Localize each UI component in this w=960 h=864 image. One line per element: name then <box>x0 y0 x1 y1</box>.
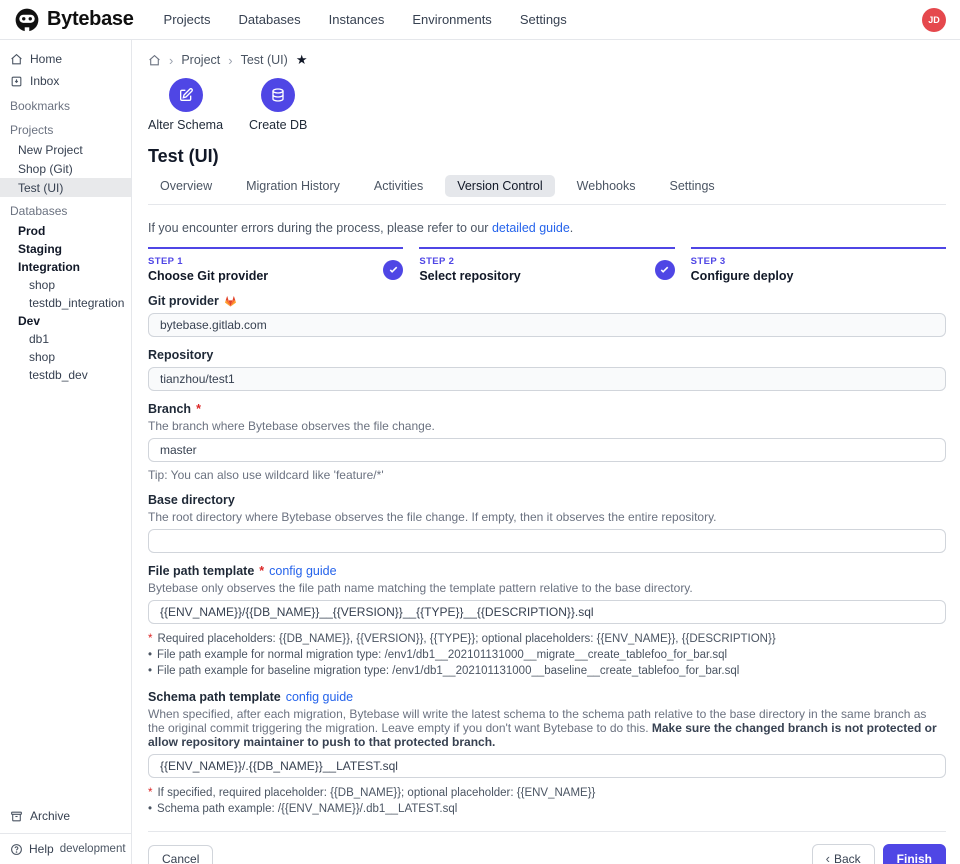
step-1-check-icon <box>383 260 403 280</box>
schema-path-notes: *If specified, required placeholder: {{D… <box>148 785 946 817</box>
tab-overview[interactable]: Overview <box>148 175 224 197</box>
step-3: STEP 3 Configure deploy <box>691 247 946 283</box>
file-path-template-input[interactable] <box>148 600 946 624</box>
base-directory-input[interactable] <box>148 529 946 553</box>
nav-environments[interactable]: Environments <box>412 12 491 27</box>
edit-icon <box>178 87 194 103</box>
field-branch: Branch* The branch where Bytebase observ… <box>148 402 946 482</box>
step-2: STEP 2 Select repository <box>419 247 674 283</box>
chevron-right-icon: › <box>169 53 173 68</box>
sidebar-item-home[interactable]: Home <box>0 48 131 70</box>
breadcrumb-project[interactable]: Project <box>181 53 220 67</box>
schema-path-template-input[interactable] <box>148 754 946 778</box>
sidebar-item-inbox[interactable]: Inbox <box>0 70 131 92</box>
sidebar-divider <box>0 833 131 834</box>
inbox-icon <box>10 75 23 88</box>
chevron-left-icon: ‹ <box>826 851 830 864</box>
main-content: › Project › Test (UI) ★ Alter Schema <box>132 40 960 864</box>
sidebar-item-label: Inbox <box>30 74 59 88</box>
version-label: development <box>60 843 126 855</box>
sidebar-section-bookmarks: Bookmarks <box>0 92 131 116</box>
top-nav: Bytebase Projects Databases Instances En… <box>0 0 960 40</box>
required-asterisk: * <box>196 402 201 416</box>
alter-schema-button[interactable]: Alter Schema <box>148 78 223 132</box>
sidebar-env-prod[interactable]: Prod <box>0 221 131 239</box>
app: Bytebase Projects Databases Instances En… <box>0 0 960 864</box>
sidebar: Home Inbox Bookmarks Projects New Projec… <box>0 40 132 864</box>
tab-version-control[interactable]: Version Control <box>445 175 554 197</box>
sidebar-db-testdb-integration[interactable]: testdb_integration <box>0 293 131 311</box>
sidebar-section-databases: Databases <box>0 197 131 221</box>
database-icon <box>270 87 286 103</box>
nav-projects[interactable]: Projects <box>164 12 211 27</box>
field-repository: Repository <box>148 348 946 391</box>
home-icon[interactable] <box>148 54 161 67</box>
sidebar-section-projects: Projects <box>0 116 131 140</box>
sidebar-db-shop-dev[interactable]: shop <box>0 347 131 365</box>
field-schema-path-template: Schema path template config guide When s… <box>148 690 946 817</box>
branch-tip: Tip: You can also use wildcard like 'fea… <box>148 468 946 482</box>
bytebase-logo-icon <box>14 7 40 33</box>
user-avatar[interactable]: JD <box>922 8 946 32</box>
sidebar-db-testdb-dev[interactable]: testdb_dev <box>0 365 131 383</box>
breadcrumb-test-ui[interactable]: Test (UI) <box>241 53 288 67</box>
stepper: STEP 1 Choose Git provider STEP 2 Select… <box>148 247 946 283</box>
top-nav-links: Projects Databases Instances Environment… <box>164 12 567 27</box>
tab-settings[interactable]: Settings <box>658 175 727 197</box>
create-db-button[interactable]: Create DB <box>249 78 307 132</box>
nav-instances[interactable]: Instances <box>329 12 385 27</box>
sidebar-item-new-project[interactable]: New Project <box>0 140 131 159</box>
gitlab-icon <box>224 295 237 308</box>
config-guide-link[interactable]: config guide <box>286 690 353 704</box>
sidebar-db-shop-integration[interactable]: shop <box>0 275 131 293</box>
field-git-provider: Git provider <box>148 294 946 337</box>
breadcrumb: › Project › Test (UI) ★ <box>148 52 946 68</box>
quick-actions: Alter Schema Create DB <box>148 78 946 132</box>
detailed-guide-link[interactable]: detailed guide <box>492 221 570 235</box>
nav-databases[interactable]: Databases <box>239 12 301 27</box>
step-1: STEP 1 Choose Git provider <box>148 247 403 283</box>
bookmark-star-icon[interactable]: ★ <box>296 52 308 68</box>
sidebar-item-label: Home <box>30 52 62 66</box>
archive-icon <box>10 810 23 823</box>
sidebar-db-db1[interactable]: db1 <box>0 329 131 347</box>
tab-activities[interactable]: Activities <box>362 175 435 197</box>
bytebase-logo[interactable]: Bytebase <box>14 7 134 33</box>
sidebar-env-integration[interactable]: Integration <box>0 257 131 275</box>
tab-migration-history[interactable]: Migration History <box>234 175 352 197</box>
branch-input[interactable] <box>148 438 946 462</box>
form-footer: Cancel ‹Back Finish <box>148 831 946 864</box>
brand-name: Bytebase <box>47 8 134 31</box>
finish-button[interactable]: Finish <box>883 844 946 864</box>
back-button[interactable]: ‹Back <box>812 844 875 864</box>
git-provider-input[interactable] <box>148 313 946 337</box>
repository-input[interactable] <box>148 367 946 391</box>
file-path-notes: *Required placeholders: {{DB_NAME}}, {{V… <box>148 631 946 679</box>
page-title: Test (UI) <box>148 146 946 167</box>
intro-text: If you encounter errors during the proce… <box>148 221 946 235</box>
step-2-check-icon <box>655 260 675 280</box>
required-asterisk: * <box>259 564 264 578</box>
field-file-path-template: File path template* config guide Bytebas… <box>148 564 946 679</box>
help-button[interactable]: Help <box>10 842 54 856</box>
sidebar-env-staging[interactable]: Staging <box>0 239 131 257</box>
sidebar-item-test-ui[interactable]: Test (UI) <box>0 178 131 197</box>
config-guide-link[interactable]: config guide <box>269 564 336 578</box>
help-icon <box>10 843 23 856</box>
project-tabs: Overview Migration History Activities Ve… <box>148 175 946 205</box>
nav-settings[interactable]: Settings <box>520 12 567 27</box>
home-icon <box>10 53 23 66</box>
chevron-right-icon: › <box>228 53 232 68</box>
cancel-button[interactable]: Cancel <box>148 845 213 864</box>
tab-webhooks[interactable]: Webhooks <box>565 175 648 197</box>
sidebar-item-archive[interactable]: Archive <box>0 805 131 827</box>
field-base-directory: Base directory The root directory where … <box>148 493 946 553</box>
sidebar-env-dev[interactable]: Dev <box>0 311 131 329</box>
sidebar-item-shop-git[interactable]: Shop (Git) <box>0 159 131 178</box>
